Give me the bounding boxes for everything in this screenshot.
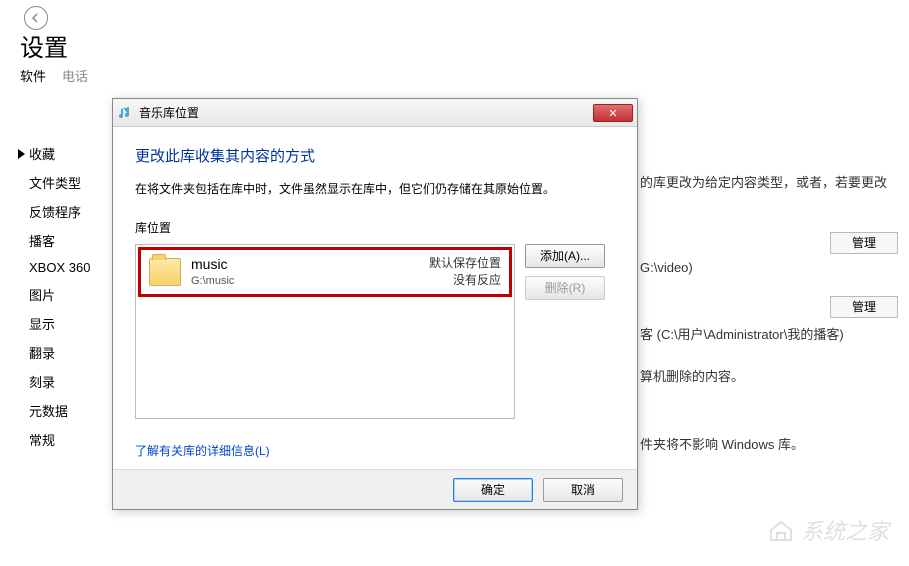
tab-software[interactable]: 软件 <box>20 66 46 85</box>
remove-button[interactable]: 删除(R) <box>525 276 605 300</box>
dialog-titlebar[interactable]: 音乐库位置 ✕ <box>113 99 637 127</box>
folder-text: music G:\music <box>191 255 419 290</box>
section-label: 库位置 <box>135 219 615 236</box>
sidebar-item-label: 刻录 <box>29 372 55 391</box>
status-no-response: 没有反应 <box>429 272 501 289</box>
dialog-button-bar: 确定 取消 <box>113 469 637 509</box>
sidebar-item-filetypes[interactable]: 文件类型 <box>18 173 90 192</box>
house-icon <box>767 518 795 542</box>
close-icon: ✕ <box>608 108 617 120</box>
tabs: 软件 电话 <box>20 66 88 85</box>
dialog-body: 更改此库收集其内容的方式 在将文件夹包括在库中时，文件虽然显示在库中，但它们仍存… <box>113 127 637 509</box>
music-library-dialog: 音乐库位置 ✕ 更改此库收集其内容的方式 在将文件夹包括在库中时，文件虽然显示在… <box>112 98 638 510</box>
bg-line1: 的库更改为给定内容类型，或者，若要更改 <box>640 172 887 191</box>
sidebar-item-label: 翻录 <box>29 343 55 362</box>
pointer-icon <box>18 149 25 159</box>
sidebar-item-label: 显示 <box>29 314 55 333</box>
watermark-text: 系统之家 <box>801 514 889 546</box>
watermark: 系统之家 <box>767 514 889 546</box>
sidebar-item-display[interactable]: 显示 <box>18 314 90 333</box>
sidebar: 收藏 文件类型 反馈程序 播客 XBOX 360 图片 显示 翻录 刻录 元数据… <box>18 144 90 449</box>
sidebar-item-podcast[interactable]: 播客 <box>18 231 90 250</box>
sidebar-item-metadata[interactable]: 元数据 <box>18 401 90 420</box>
manage-button-2[interactable]: 管理 <box>830 296 898 318</box>
close-button[interactable]: ✕ <box>593 104 633 122</box>
list-action-buttons: 添加(A)... 删除(R) <box>525 244 605 419</box>
sidebar-item-xbox360[interactable]: XBOX 360 <box>18 260 90 275</box>
status-default-save: 默认保存位置 <box>429 255 501 272</box>
tab-phone[interactable]: 电话 <box>62 66 88 85</box>
sidebar-item-burn[interactable]: 刻录 <box>18 372 90 391</box>
folder-name: music <box>191 255 419 275</box>
sidebar-item-rip[interactable]: 翻录 <box>18 343 90 362</box>
bg-deleted: 算机删除的内容。 <box>640 366 744 385</box>
page-title: 设置 <box>20 28 68 63</box>
sidebar-item-label: 图片 <box>29 285 55 304</box>
sidebar-item-feedback[interactable]: 反馈程序 <box>18 202 90 221</box>
ok-button[interactable]: 确定 <box>453 478 533 502</box>
folder-status: 默认保存位置 没有反应 <box>429 255 501 289</box>
sidebar-item-label: 收藏 <box>29 144 55 163</box>
dialog-description: 在将文件夹包括在库中时，文件虽然显示在库中，但它们仍存储在其原始位置。 <box>135 180 615 197</box>
bg-library-note: 件夹将不影响 Windows 库。 <box>640 434 804 453</box>
sidebar-item-label: 播客 <box>29 231 55 250</box>
arrow-left-icon <box>30 12 42 24</box>
cancel-button[interactable]: 取消 <box>543 478 623 502</box>
list-item-selected[interactable]: music G:\music 默认保存位置 没有反应 <box>138 247 512 297</box>
sidebar-item-label: 反馈程序 <box>29 202 81 221</box>
sidebar-item-favorites[interactable]: 收藏 <box>18 144 90 163</box>
bg-podcast-path: 客 (C:\用户\Administrator\我的播客) <box>640 324 844 343</box>
manage-button-1[interactable]: 管理 <box>830 232 898 254</box>
sidebar-item-general[interactable]: 常规 <box>18 430 90 449</box>
bg-video-path: G:\video) <box>640 260 693 275</box>
sidebar-item-label: 文件类型 <box>29 173 81 192</box>
dialog-title: 音乐库位置 <box>139 104 593 121</box>
library-locations-list[interactable]: music G:\music 默认保存位置 没有反应 <box>135 244 515 419</box>
sidebar-item-label: XBOX 360 <box>29 260 90 275</box>
back-button[interactable] <box>24 6 48 30</box>
learn-more-link[interactable]: 了解有关库的详细信息(L) <box>135 442 270 459</box>
folder-path: G:\music <box>191 274 419 289</box>
sidebar-item-label: 元数据 <box>29 401 68 420</box>
music-note-icon <box>117 105 133 121</box>
add-button[interactable]: 添加(A)... <box>525 244 605 268</box>
folder-icon <box>149 258 181 286</box>
dialog-heading: 更改此库收集其内容的方式 <box>135 145 615 166</box>
sidebar-item-label: 常规 <box>29 430 55 449</box>
sidebar-item-pictures[interactable]: 图片 <box>18 285 90 304</box>
